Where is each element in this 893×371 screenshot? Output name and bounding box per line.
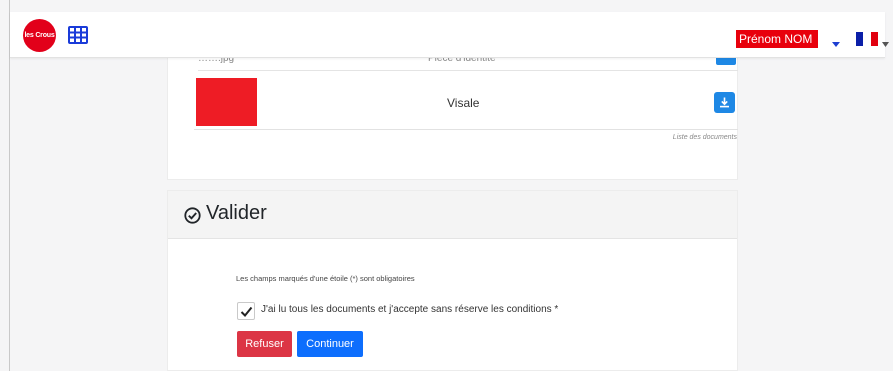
check-circle-icon — [184, 207, 201, 229]
table-caption: Liste des documents — [672, 134, 737, 141]
validate-card: Valider Les champs marqués d'une étoile … — [167, 190, 738, 371]
accept-conditions-label[interactable]: J'ai lu tous les documents et j'accepte … — [261, 304, 558, 315]
documents-card: …….jpg Pièce d'identité Visale Liste des… — [167, 50, 738, 180]
continue-button[interactable]: Continuer — [297, 331, 363, 357]
refuse-button[interactable]: Refuser — [237, 331, 292, 357]
mandatory-fields-note: Les champs marqués d'une étoile (*) sont… — [236, 274, 415, 283]
document-row: Visale — [194, 76, 738, 130]
accept-conditions-checkbox[interactable] — [237, 302, 255, 320]
grid-menu-icon[interactable] — [68, 26, 88, 44]
language-chevron-down-icon[interactable] — [882, 34, 889, 52]
user-name-button[interactable]: Prénom NOM — [736, 30, 818, 48]
validate-header: Valider — [168, 191, 737, 239]
crous-logo[interactable]: les Crous — [23, 19, 56, 52]
section-title: Valider — [206, 202, 267, 224]
document-thumbnail — [196, 78, 257, 126]
chevron-down-icon[interactable] — [832, 34, 840, 52]
fr-flag-icon[interactable] — [856, 32, 878, 46]
download-button[interactable] — [714, 92, 735, 113]
checkmark-icon — [240, 306, 253, 317]
top-navbar: les Crous Prénom NOM — [10, 12, 889, 58]
document-type: Visale — [447, 96, 480, 110]
download-icon — [720, 97, 729, 108]
